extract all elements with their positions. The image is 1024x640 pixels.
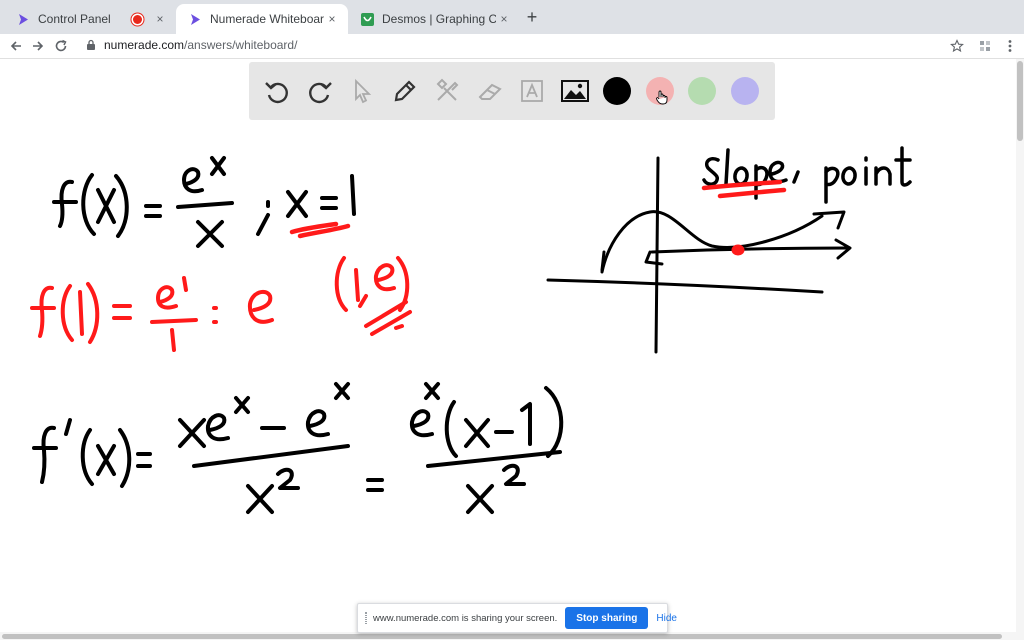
vertical-scroll-thumb[interactable] [1017,61,1023,141]
tab-strip: Control Panel × Numerade Whiteboard × De… [0,0,1024,34]
ink-derivative [32,382,564,514]
color-swatch-green[interactable] [686,75,718,107]
recording-indicator-icon [133,14,142,24]
tab-numerade-whiteboard[interactable]: Numerade Whiteboard × [176,4,348,34]
green-swatch [688,77,716,105]
new-tab-button[interactable]: + [522,8,542,28]
color-swatch-black[interactable] [601,75,633,107]
menu-icon[interactable] [1000,36,1020,56]
purple-swatch [730,77,759,105]
text-tool-button[interactable] [516,75,548,107]
browser-toolbar: numerade.com/answers/whiteboard/ [0,34,1024,58]
tab-title: Numerade Whiteboard [210,12,324,26]
close-tab-icon[interactable]: × [324,11,340,27]
whiteboard-tool-palette [249,62,775,120]
pen-tool-button[interactable] [389,75,421,107]
back-button[interactable] [6,36,26,56]
horizontal-scroll-thumb[interactable] [2,634,1002,639]
black-swatch [603,77,631,105]
desmos-logo-icon [360,12,374,26]
tools-icon [436,78,459,101]
tools-button[interactable] [431,75,463,107]
extension-icon[interactable] [975,36,995,56]
reload-icon [55,39,67,52]
select-tool-button[interactable] [346,75,378,107]
text-icon [521,80,543,102]
redo-button[interactable] [304,75,336,107]
eraser-tool-button[interactable] [474,75,506,107]
whiteboard-ink [30,146,912,514]
lock-icon[interactable] [86,39,98,51]
hand-cursor-icon [655,90,667,105]
ink-f-of-1 [30,256,412,352]
forward-button[interactable] [28,36,48,56]
bookmark-star-icon[interactable] [947,36,967,56]
tab-desmos[interactable]: Desmos | Graphing Calculator × [348,4,520,34]
back-arrow-icon [10,41,21,51]
tab-title: Desmos | Graphing Calculator [382,12,496,26]
vertical-scrollbar[interactable] [1016,59,1024,632]
url-path: /answers/whiteboard/ [184,38,298,52]
numerade-logo-icon [188,12,202,26]
screen-share-notification: www.numerade.com is sharing your screen.… [357,603,677,633]
eraser-icon [478,83,502,100]
horizontal-scrollbar[interactable] [0,632,1024,640]
ink-tangent-point [731,244,745,256]
address-bar[interactable]: numerade.com/answers/whiteboard/ [80,34,973,56]
redo-icon [308,82,332,104]
reload-button[interactable] [51,36,71,56]
numerade-logo-icon [16,12,30,26]
tab-title: Control Panel [38,12,111,26]
ink-graph [546,156,852,354]
close-tab-icon[interactable]: × [152,11,168,27]
stop-sharing-button[interactable]: Stop sharing [565,607,649,629]
image-icon [560,80,589,102]
ink-underline-x-equals-1 [289,221,351,239]
image-tool-button[interactable] [559,75,591,107]
pen-icon [394,80,416,102]
color-swatch-red[interactable] [644,75,676,107]
tab-control-panel[interactable]: Control Panel × [4,4,176,34]
forward-arrow-icon [33,41,44,51]
whiteboard-canvas[interactable] [0,59,1016,632]
close-tab-icon[interactable]: × [496,11,512,27]
color-swatch-purple[interactable] [729,75,761,107]
undo-icon [265,82,288,104]
url-host: numerade.com [104,38,185,52]
select-cursor-icon [355,78,372,104]
share-message: www.numerade.com is sharing your screen. [373,612,558,624]
undo-button[interactable] [261,75,293,107]
hide-button[interactable]: Hide [656,613,677,624]
drag-handle-icon[interactable] [365,612,367,624]
